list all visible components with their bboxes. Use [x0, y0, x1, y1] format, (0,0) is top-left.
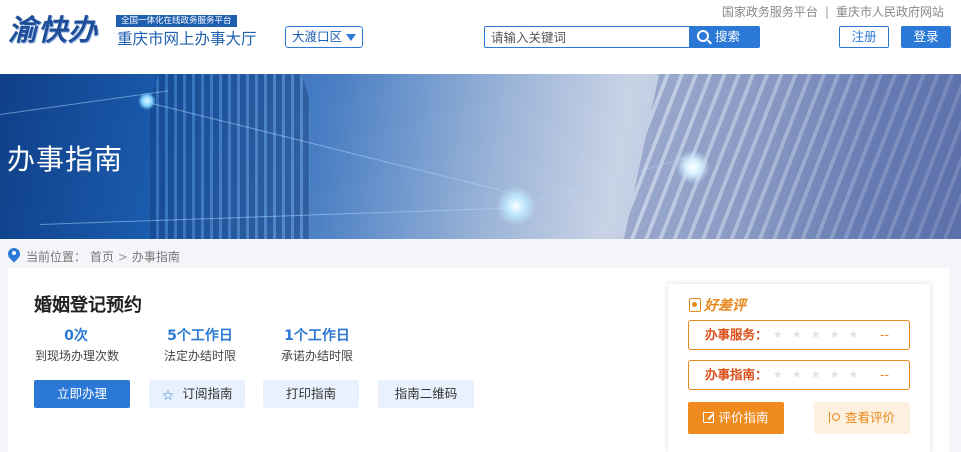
- light-node: [676, 150, 710, 184]
- logo[interactable]: 渝快办: [8, 12, 114, 48]
- breadcrumb-current: 办事指南: [131, 250, 180, 264]
- building-illustration-right: [616, 74, 961, 239]
- light-node: [496, 186, 536, 226]
- link-city-government[interactable]: 重庆市人民政府网站: [836, 5, 944, 19]
- stat-legal-limit: 5个工作日 法定办结时限: [159, 326, 241, 365]
- breadcrumb-arrow: >: [117, 250, 128, 264]
- subscribe-guide-label: 订阅指南: [182, 386, 233, 401]
- search-icon: [697, 30, 709, 42]
- edit-icon: [703, 412, 715, 423]
- rating-badge-icon: [689, 298, 701, 312]
- search-button-label: 搜索: [715, 29, 741, 44]
- building-illustration-left: [150, 74, 310, 239]
- rating-row-guide: 办事指南： ★★★★★ --: [688, 360, 910, 390]
- stat-promise-limit: 1个工作日 承诺办结时限: [276, 326, 358, 365]
- stat-label: 法定办结时限: [163, 349, 236, 363]
- rating-title: 好差评: [689, 295, 746, 315]
- top-links: 国家政务服务平台 | 重庆市人民政府网站: [722, 3, 944, 20]
- rating-row-label: 办事服务：: [705, 327, 768, 342]
- breadcrumb-home[interactable]: 首页: [90, 250, 114, 264]
- breadcrumb-prefix: 当前位置：: [26, 250, 87, 264]
- rating-panel: 好差评 办事服务： ★★★★★ -- 办事指南： ★★★★★ -- 评价指南 查…: [668, 284, 930, 452]
- logo-text: 渝快办: [8, 13, 99, 47]
- stat-label: 到现场办理次数: [35, 349, 120, 363]
- rating-score: --: [879, 327, 889, 342]
- slogan-badge: 全国一体化在线政务服务平台: [116, 15, 237, 27]
- rating-stars: ★★★★★: [773, 368, 868, 381]
- subscribe-guide-button[interactable]: ☆ 订阅指南: [149, 380, 245, 408]
- site-name: 重庆市网上办事大厅: [117, 30, 257, 48]
- page-title: 办事指南: [7, 143, 124, 176]
- view-reviews-button[interactable]: 查看评价: [814, 402, 910, 434]
- rating-title-text: 好差评: [704, 298, 746, 314]
- region-selector[interactable]: 大渡口区: [285, 26, 363, 48]
- rating-score: --: [879, 367, 889, 382]
- service-title: 婚姻登记预约: [34, 295, 142, 316]
- evaluate-guide-label: 评价指南: [718, 410, 769, 425]
- stat-value: 1个工作日: [284, 328, 350, 344]
- evaluate-guide-button[interactable]: 评价指南: [688, 402, 784, 434]
- link-national-platform[interactable]: 国家政务服务平台: [722, 5, 818, 19]
- register-button[interactable]: 注册: [839, 26, 889, 48]
- guide-qrcode-button[interactable]: 指南二维码: [378, 380, 474, 408]
- star-outline-icon: ☆: [161, 388, 175, 404]
- light-node: [138, 92, 156, 110]
- search-button[interactable]: 搜索: [689, 27, 759, 47]
- link-separator: |: [824, 5, 829, 19]
- view-reviews-label: 查看评价: [844, 410, 895, 425]
- stat-value: 5个工作日: [167, 328, 233, 344]
- location-pin-icon: [8, 248, 20, 264]
- search-box: 搜索: [484, 26, 760, 48]
- print-guide-button[interactable]: 打印指南: [263, 380, 359, 408]
- rating-row-service: 办事服务： ★★★★★ --: [688, 320, 910, 350]
- rating-row-label: 办事指南：: [705, 367, 768, 382]
- site-header: 渝快办 全国一体化在线政务服务平台 重庆市网上办事大厅 大渡口区 搜索 国家政务…: [0, 0, 961, 74]
- stat-label: 承诺办结时限: [280, 349, 353, 363]
- page-banner: 办事指南: [0, 74, 961, 239]
- region-label: 大渡口区: [292, 29, 343, 44]
- stat-visits: 0次 到现场办理次数: [35, 326, 120, 365]
- caret-down-icon: [346, 34, 356, 41]
- search-input[interactable]: [485, 27, 689, 47]
- stat-value: 0次: [64, 328, 88, 344]
- view-reviews-icon: [828, 412, 841, 423]
- apply-now-button[interactable]: 立即办理: [34, 380, 130, 408]
- login-button[interactable]: 登录: [901, 26, 951, 48]
- rating-stars: ★★★★★: [773, 328, 868, 341]
- breadcrumb: 当前位置： 首页 > 办事指南: [8, 247, 180, 267]
